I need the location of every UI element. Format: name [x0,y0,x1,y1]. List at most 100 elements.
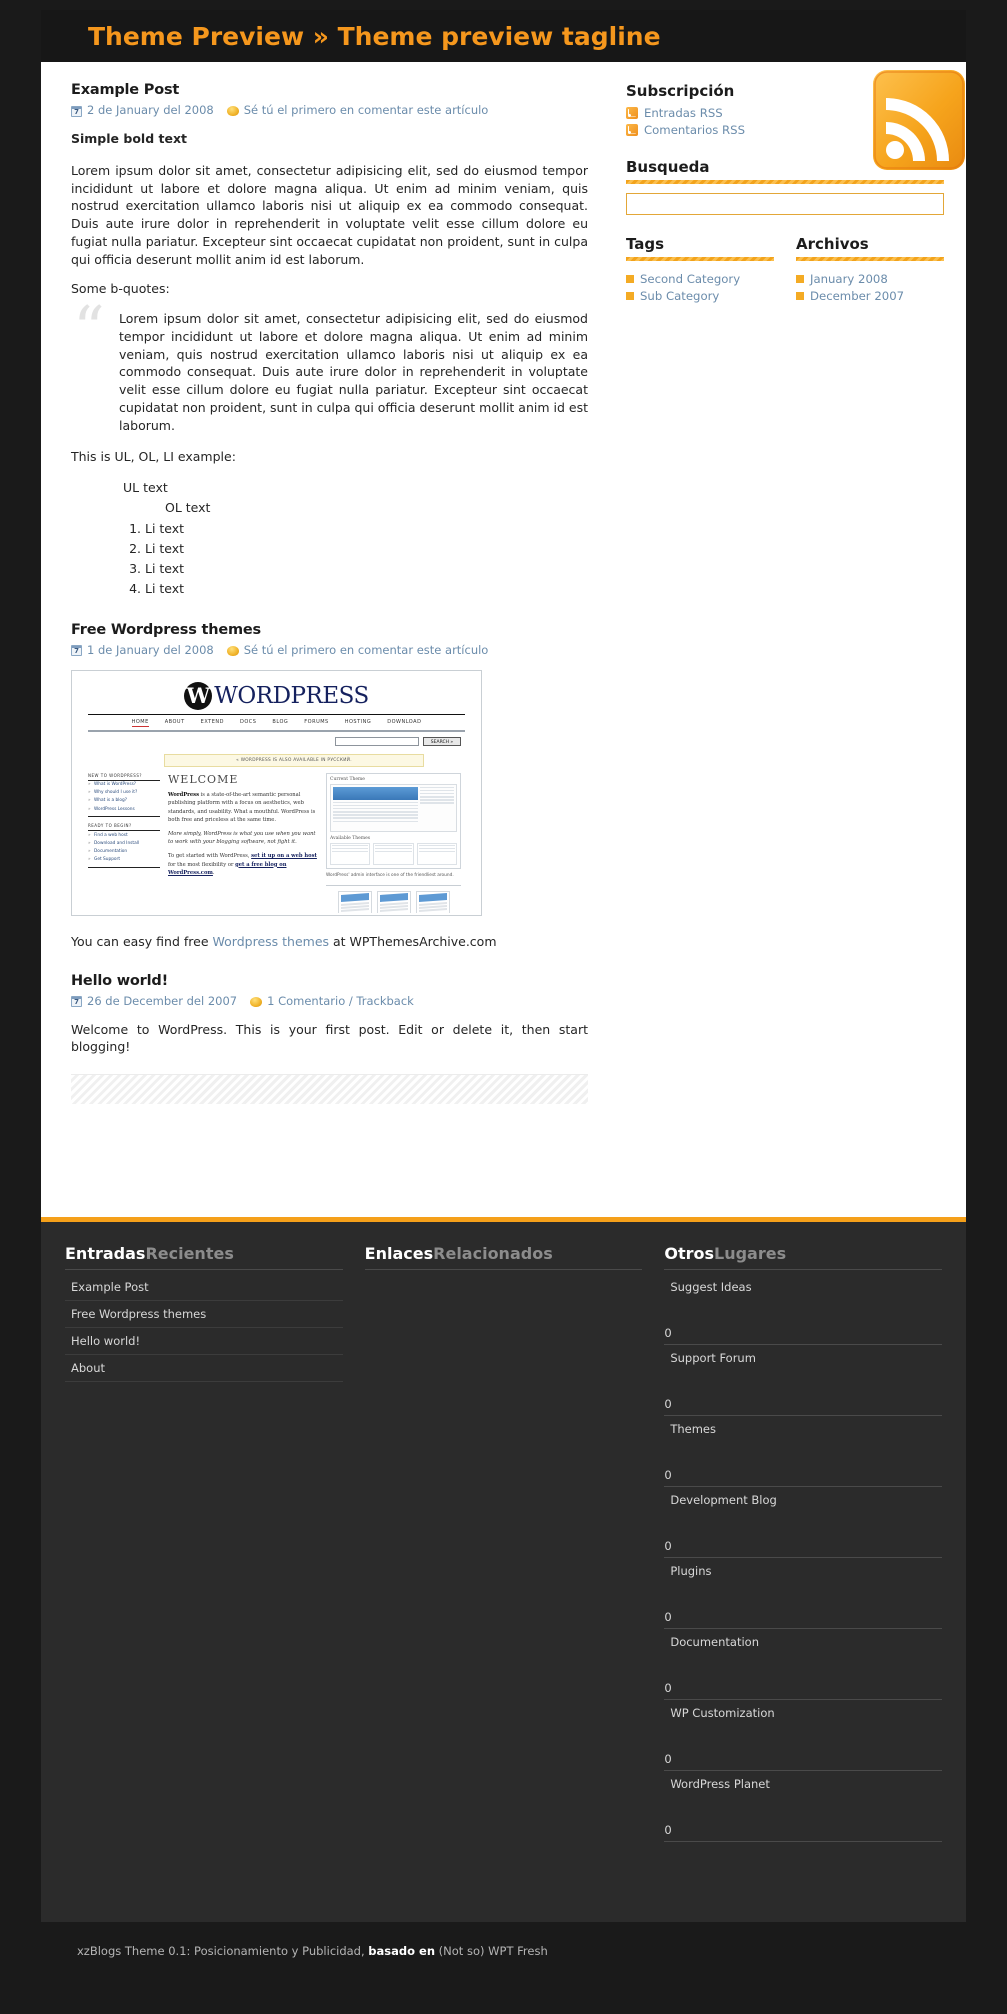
post-date[interactable]: 26 de December del 2007 [87,994,237,1008]
archive-link[interactable]: January 2008 [810,272,888,286]
link-name[interactable]: Development Blog [664,1487,942,1513]
post-title[interactable]: Hello world! [71,973,588,989]
post-comments-link[interactable]: Sé tú el primero en comentar este artícu… [244,643,489,657]
wp-nav-item: HOME [131,718,149,727]
li-item: Li text [145,539,588,559]
post-date[interactable]: 2 de January del 2008 [87,103,214,117]
post-comments-link[interactable]: Sé tú el primero en comentar este artícu… [244,103,489,117]
wp-theme-thumb [330,842,371,865]
wp-left-column: NEW TO WORDPRESS? What is WordPress? Why… [88,773,160,913]
wp-line [333,814,418,816]
link-name[interactable]: WP Customization [664,1700,942,1726]
wp-paragraph-italic: More simply, WordPress is what you use w… [168,830,316,846]
subscription-link[interactable]: Comentarios RSS [644,123,745,137]
list-item[interactable]: January 2008 [796,270,944,287]
footer-heading-a: Enlaces [364,1244,434,1263]
wp-left-link: Find a web host [88,831,160,839]
wp-line [420,799,454,801]
tag-link[interactable]: Sub Category [640,289,719,303]
post-hello-world: Hello world! 7 26 de December del 2007 1… [71,973,588,1057]
post-meta: 7 26 de December del 2007 1 Comentario /… [71,994,588,1008]
footer-heading: EnlacesRelacionados [365,1244,643,1263]
wp-line [333,820,418,823]
subscription-link[interactable]: Entradas RSS [644,106,723,120]
widget-subscription: Subscripción Entradas RSS Comentarios RS… [626,82,944,138]
widget-search: Busqueda [626,158,944,215]
list-item[interactable]: About [65,1355,343,1382]
link-count: 0 [664,1726,943,1771]
list-intro: This is UL, OL, LI example: [71,449,236,465]
list-item[interactable]: Suggest Ideas 0 [664,1274,943,1345]
link-name[interactable]: Suggest Ideas [664,1274,942,1300]
list-item[interactable]: Free Wordpress themes [65,1301,343,1328]
wp-theme-thumbs [330,842,457,865]
wordpress-themes-link[interactable]: Wordpress themes [213,934,330,949]
list-item[interactable]: Development Blog 0 [664,1487,943,1558]
tail-pre: You can easy find free [71,933,213,949]
wp-feature-card [337,890,372,913]
divider [88,816,160,818]
wp-right-column: Current Theme Available Themes WordPress… [326,772,461,913]
list-item[interactable]: WordPress Planet 0 [664,1771,943,1842]
rss-icon [626,123,638,136]
wp-line [333,817,418,820]
wp-columns: NEW TO WORDPRESS? What is WordPress? Why… [74,767,479,913]
sidebar: Subscripción Entradas RSS Comentarios RS… [616,62,966,1217]
post-screenshot-frame[interactable]: W WORDPRESS HOME ABOUT EXTEND DOCS BLOG [71,669,482,916]
comment-bubble-icon [226,106,239,116]
list-item[interactable]: Documentation 0 [664,1629,943,1700]
divider [88,867,160,868]
wp-theme-sidebar [420,786,454,829]
post-title[interactable]: Free Wordpress themes [71,622,588,638]
wp-logo-row: W WORDPRESS [74,673,479,710]
list-item[interactable]: December 2007 [796,287,944,304]
wp-paragraph: More simply, WordPress is what you use w… [168,830,318,847]
post-date[interactable]: 1 de January del 2008 [87,643,214,657]
copyright-bold[interactable]: basado en [368,1944,435,1958]
unordered-list: UL text OL text [71,478,588,519]
list-item[interactable]: Support Forum 0 [664,1345,943,1416]
wp-nav-item: HOSTING [344,718,372,725]
link-count: 0 [664,1513,943,1558]
link-name[interactable]: WordPress Planet [664,1771,942,1797]
heading-rule [796,257,944,261]
site-title[interactable]: Theme Preview » Theme preview tagline [88,22,661,51]
post-title[interactable]: Example Post [71,82,588,98]
list-item[interactable]: Sub Category [626,287,774,304]
list-item[interactable]: Entradas RSS [626,104,944,121]
list-item[interactable]: Themes 0 [664,1416,943,1487]
post-comments-link[interactable]: 1 Comentario / Trackback [267,994,414,1008]
wp-p3-a: To get started with WordPress, [168,852,252,859]
wordpress-wordmark: WORDPRESS [214,682,369,709]
tag-link[interactable]: Second Category [640,272,740,286]
wordpress-logo-icon: W [184,681,213,710]
bullet-square-icon [796,274,804,283]
ordered-list: Li text Li text Li text Li text [71,519,588,600]
wp-left-heading: READY TO BEGIN? [88,823,160,832]
wp-feature-card [376,890,411,913]
search-input[interactable] [626,193,944,215]
list-item[interactable]: Second Category [626,270,774,287]
post-lead: Simple bold text [71,131,187,146]
link-name[interactable]: Plugins [664,1558,942,1584]
link-name[interactable]: Themes [664,1416,942,1442]
link-name[interactable]: Documentation [664,1629,942,1655]
list-item[interactable]: Hello world! [65,1328,343,1355]
ul-item: UL text [123,480,168,495]
list-item[interactable]: WP Customization 0 [664,1700,943,1771]
wp-left-link: What is a blog? [88,797,160,805]
link-count: 0 [664,1655,943,1700]
link-name[interactable]: Support Forum [664,1345,942,1371]
list-item[interactable]: Example Post [65,1274,343,1301]
content-area: Example Post 7 2 de January del 2008 Sé … [41,62,966,1222]
wp-nav-item: FORUMS [304,718,329,725]
archive-link[interactable]: December 2007 [810,289,904,303]
li-item: Li text [145,559,588,579]
list-item[interactable]: Comentarios RSS [626,121,944,138]
recent-posts-list: Example Post Free Wordpress themes Hello… [65,1274,343,1382]
ol-label: OL text [165,500,211,516]
link-count: 0 [664,1371,943,1416]
list-item[interactable]: Plugins 0 [664,1558,943,1629]
wp-search-input [335,736,419,746]
link-count: 0 [664,1442,943,1487]
